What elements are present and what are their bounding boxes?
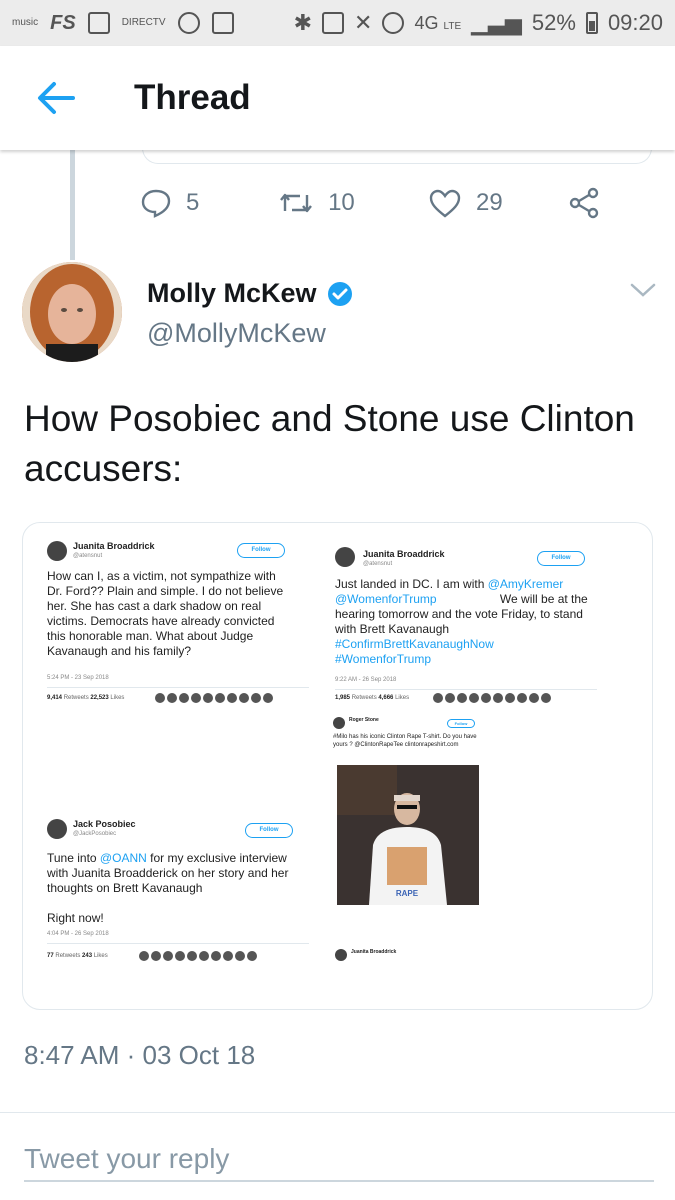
thread-connector-line xyxy=(70,150,75,260)
status-bar: music FS DIRECTV ✱ ✕ 4G LTE ▁▃▅ 52% 09:2… xyxy=(0,0,675,46)
embedded-name: Jack Posobiec xyxy=(73,819,136,829)
network-indicator: 4G LTE xyxy=(414,12,462,33)
embedded-stats: 77 Retweets 243 Likes xyxy=(47,953,108,959)
embedded-body: Tune into @OANN for my exclusive intervi… xyxy=(47,851,289,895)
music-icon: music xyxy=(12,17,39,28)
tweet-text: How Posobiec and Stone use Clinton accus… xyxy=(24,398,635,489)
tweet-timestamp: 8:47 AM · 03 Oct 18 xyxy=(24,1040,256,1070)
back-arrow-icon xyxy=(38,82,75,114)
reply-icon xyxy=(141,189,171,218)
fs-icon: FS xyxy=(50,11,76,34)
embedded-follow-button: Follow xyxy=(537,551,585,566)
bluetooth-icon: ✱ xyxy=(293,10,313,35)
embedded-divider xyxy=(47,943,309,944)
embedded-handle: @JackPosobiec xyxy=(73,831,117,837)
embedded-date: 4:04 PM - 26 Sep 2018 xyxy=(47,931,109,937)
embedded-date: 5:24 PM - 23 Sep 2018 xyxy=(47,675,109,681)
app-header: Thread xyxy=(0,46,675,150)
milo-photo: RAPE xyxy=(337,765,479,905)
embedded-name: Juanita Broaddrick xyxy=(73,541,155,551)
embedded-liker-avatars xyxy=(433,693,551,703)
embedded-stats: 1,985 Retweets 4,666 Likes xyxy=(335,695,410,701)
reply-input[interactable] xyxy=(24,1138,654,1182)
nfc-icon xyxy=(322,12,345,34)
gallery-icon xyxy=(211,12,234,34)
battery-percent: 52% xyxy=(531,10,576,35)
embedded-follow-button: Follow xyxy=(245,823,293,838)
author-avatar[interactable] xyxy=(22,262,122,362)
embedded-divider xyxy=(47,687,309,688)
page-title: Thread xyxy=(134,78,251,117)
author-name-row: Molly McKew xyxy=(147,278,353,309)
embedded-follow-button: Follow xyxy=(237,543,285,558)
divider xyxy=(0,1112,675,1113)
retweet-button[interactable]: 10 xyxy=(278,189,428,217)
heart-icon xyxy=(429,189,461,218)
signal-icon: ▁▃▅ xyxy=(471,10,522,35)
embedded-body: #Milo has his iconic Clinton Rape T-shir… xyxy=(333,734,477,748)
embedded-handle: @atensnut xyxy=(73,553,103,559)
back-button[interactable] xyxy=(26,68,86,128)
clock: 09:20 xyxy=(607,10,663,35)
tweet-menu-button[interactable] xyxy=(628,280,658,302)
embedded-tweet-broaddrick-2: Juanita Broaddrick @atensnut Follow Just… xyxy=(329,543,615,711)
embedded-date: 9:22 AM - 26 Sep 2018 xyxy=(335,677,397,683)
embedded-liker-avatars xyxy=(155,693,273,703)
embedded-stats: 9,414 Retweets 22,523 Likes xyxy=(47,695,125,701)
mute-icon: ✕ xyxy=(354,10,373,35)
embedded-body: Just landed in DC. I am with @AmyKremer … xyxy=(335,577,588,666)
chevron-down-icon xyxy=(630,283,656,297)
like-count: 29 xyxy=(475,189,503,216)
reply-button[interactable]: 5 xyxy=(140,188,278,218)
alarm-icon xyxy=(177,12,200,34)
embedded-liker-avatars xyxy=(139,951,257,961)
embedded-avatar xyxy=(47,819,67,839)
embedded-reply-snippet: Juanita Broaddrick xyxy=(329,945,491,969)
reply-count: 5 xyxy=(186,189,200,216)
embedded-tweet-posobiec: Jack Posobiec @JackPosobiec Follow Tune … xyxy=(39,813,323,973)
directv-icon: DIRECTV xyxy=(121,17,166,28)
author-name[interactable]: Molly McKew xyxy=(147,278,317,309)
embedded-follow-button: Follow xyxy=(447,719,475,728)
previous-tweet-actions: 5 10 29 xyxy=(140,182,600,224)
like-button[interactable]: 29 xyxy=(428,188,568,218)
status-bar-left: music FS DIRECTV xyxy=(12,12,234,35)
share-button[interactable] xyxy=(568,187,600,219)
status-bar-right: ✱ ✕ 4G LTE ▁▃▅ 52% 09:20 xyxy=(294,10,663,36)
embedded-avatar xyxy=(333,717,345,729)
shirt-text: RAPE xyxy=(396,889,419,898)
embedded-divider xyxy=(335,689,597,690)
verified-badge-icon xyxy=(327,281,352,306)
tweet-media-image[interactable]: Juanita Broaddrick @atensnut Follow How … xyxy=(22,522,653,1010)
embedded-avatar xyxy=(335,949,347,961)
embedded-body-2: Right now! xyxy=(47,911,104,925)
gmail-icon xyxy=(87,12,110,34)
embedded-name: Roger Stone xyxy=(349,717,379,723)
embedded-avatar xyxy=(47,541,67,561)
author-handle[interactable]: @MollyMcKew xyxy=(147,318,326,349)
embedded-handle: @atensnut xyxy=(363,561,393,567)
embedded-name: Juanita Broaddrick xyxy=(363,549,445,559)
embedded-tweet-broaddrick-1: Juanita Broaddrick @atensnut Follow How … xyxy=(39,537,323,707)
retweet-icon xyxy=(280,193,312,213)
embedded-body: How can I, as a victim, not sympathize w… xyxy=(47,569,284,658)
embedded-name: Juanita Broaddrick xyxy=(351,949,397,955)
retweet-count: 10 xyxy=(328,189,355,216)
avatar-portrait xyxy=(22,262,122,362)
alarm-status-icon xyxy=(382,12,405,34)
embedded-avatar xyxy=(335,547,355,567)
milo-photo-graphic: RAPE xyxy=(337,765,479,905)
battery-icon xyxy=(585,12,598,34)
share-icon xyxy=(569,187,599,219)
